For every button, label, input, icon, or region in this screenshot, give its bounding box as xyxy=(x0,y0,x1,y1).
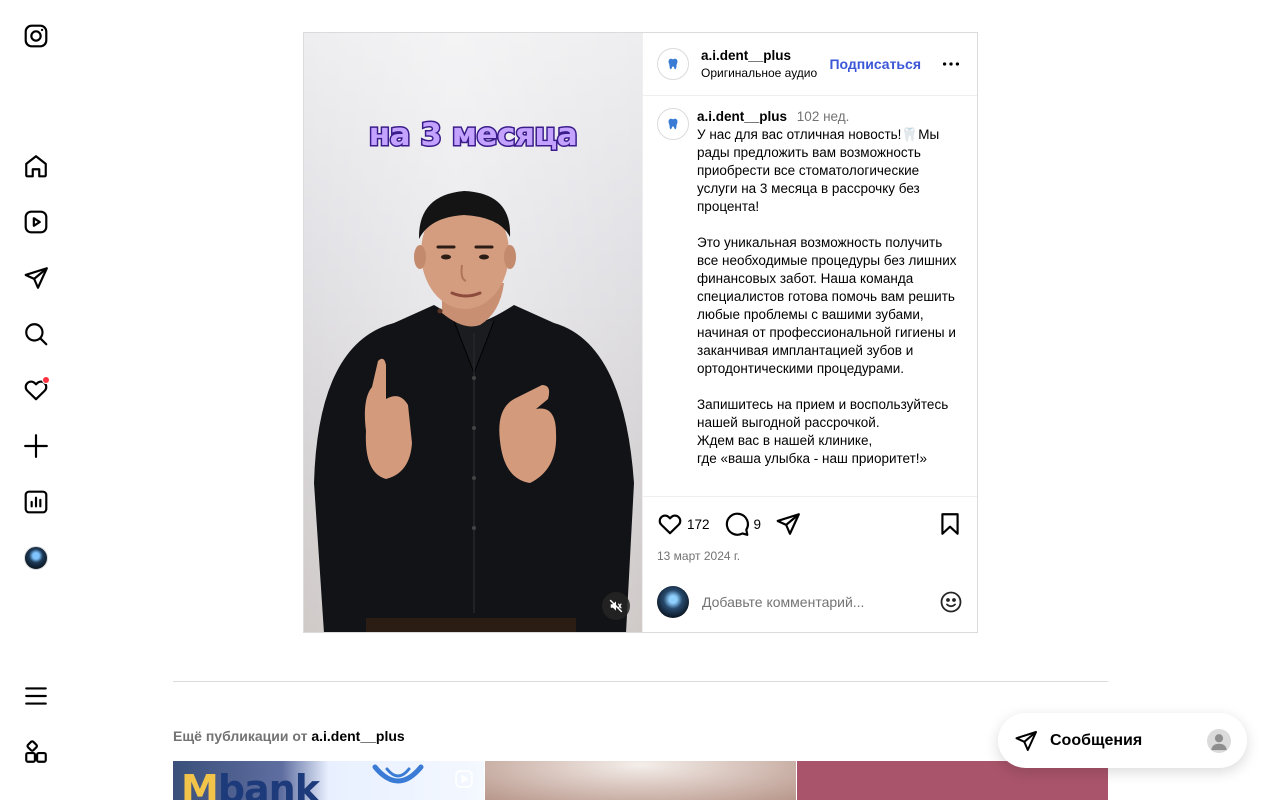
instagram-logo-icon[interactable] xyxy=(22,22,50,50)
caption-author-avatar[interactable] xyxy=(657,108,689,140)
direct-icon[interactable] xyxy=(22,264,50,292)
muted-speaker-icon xyxy=(609,599,623,613)
reel-indicator-icon xyxy=(455,770,473,788)
section-divider xyxy=(173,681,1108,682)
dashboard-icon[interactable] xyxy=(22,488,50,516)
comment-button[interactable] xyxy=(724,511,750,537)
home-icon[interactable] xyxy=(22,152,50,180)
post-side-panel: a.i.dent__plus Оригинальное аудио Подпис… xyxy=(642,33,977,632)
mute-toggle-button[interactable] xyxy=(602,592,630,620)
search-icon[interactable] xyxy=(22,320,50,348)
likes-count[interactable]: 172 xyxy=(687,517,710,532)
direct-icon xyxy=(1015,730,1037,751)
tooth-logo-icon xyxy=(668,58,678,70)
post-thumbnail[interactable] xyxy=(485,761,796,800)
post-actions: 172 9 13 март 2024 г. xyxy=(643,496,977,574)
profile-avatar[interactable] xyxy=(22,544,50,572)
reels-icon[interactable] xyxy=(22,208,50,236)
share-button[interactable] xyxy=(775,511,801,537)
messages-avatar xyxy=(1207,728,1231,753)
comment-composer xyxy=(643,586,977,618)
tooth-logo-icon xyxy=(668,118,678,130)
post-card: на 3 месяца a.i.dent__plus Оригинальное … xyxy=(303,32,978,633)
caption-text: У нас для вас отличная новость!🦷Мы рады … xyxy=(697,127,957,466)
clinic-logo-graphic xyxy=(372,764,424,784)
caption-username[interactable]: a.i.dent__plus xyxy=(697,109,787,124)
post-thumbnail[interactable]: Mbank xyxy=(173,761,484,800)
notifications-heart-icon[interactable] xyxy=(22,376,50,404)
caption-section: a.i.dent__plus 102 нед. У нас для вас от… xyxy=(643,96,977,496)
author-username[interactable]: a.i.dent__plus xyxy=(701,48,817,63)
bank-logo-word: bank xyxy=(217,767,320,800)
more-posts-prefix: Ещё публикации от xyxy=(173,728,308,744)
emoji-icon[interactable] xyxy=(939,590,963,614)
threads-apps-icon[interactable] xyxy=(22,738,50,766)
notification-dot xyxy=(42,376,50,384)
more-posts-username[interactable]: a.i.dent__plus xyxy=(311,728,404,744)
follow-button[interactable]: Подписаться xyxy=(829,56,921,72)
video-overlay-text: на 3 месяца xyxy=(367,116,579,155)
share-icon xyxy=(776,513,800,535)
save-button[interactable] xyxy=(937,511,963,537)
create-plus-icon[interactable] xyxy=(22,432,50,460)
more-posts-grid: Mbank xyxy=(173,761,1108,800)
bank-logo-text: Mbank xyxy=(181,767,320,800)
comments-count[interactable]: 9 xyxy=(754,517,762,532)
post-date[interactable]: 13 март 2024 г. xyxy=(657,549,963,563)
messages-button[interactable]: Сообщения xyxy=(998,713,1247,768)
bookmark-icon xyxy=(941,513,959,535)
comment-icon xyxy=(725,512,749,536)
original-audio-link[interactable]: Оригинальное аудио xyxy=(701,66,817,80)
comment-input[interactable] xyxy=(702,594,912,610)
caption-time: 102 нед. xyxy=(796,109,850,124)
more-posts-heading: Ещё публикации от a.i.dent__plus xyxy=(173,728,405,744)
author-avatar[interactable] xyxy=(657,48,689,80)
messages-label: Сообщения xyxy=(1050,731,1143,749)
like-button[interactable] xyxy=(657,511,683,537)
left-nav xyxy=(0,0,72,800)
post-video[interactable]: на 3 месяца xyxy=(304,33,642,632)
bank-logo-mark: M xyxy=(181,767,219,800)
heart-icon xyxy=(658,514,682,535)
more-options-icon[interactable] xyxy=(939,52,963,76)
menu-icon[interactable] xyxy=(22,682,50,710)
current-user-avatar xyxy=(657,586,689,618)
post-header: a.i.dent__plus Оригинальное аудио Подпис… xyxy=(643,33,977,96)
video-person-figure xyxy=(314,191,634,632)
